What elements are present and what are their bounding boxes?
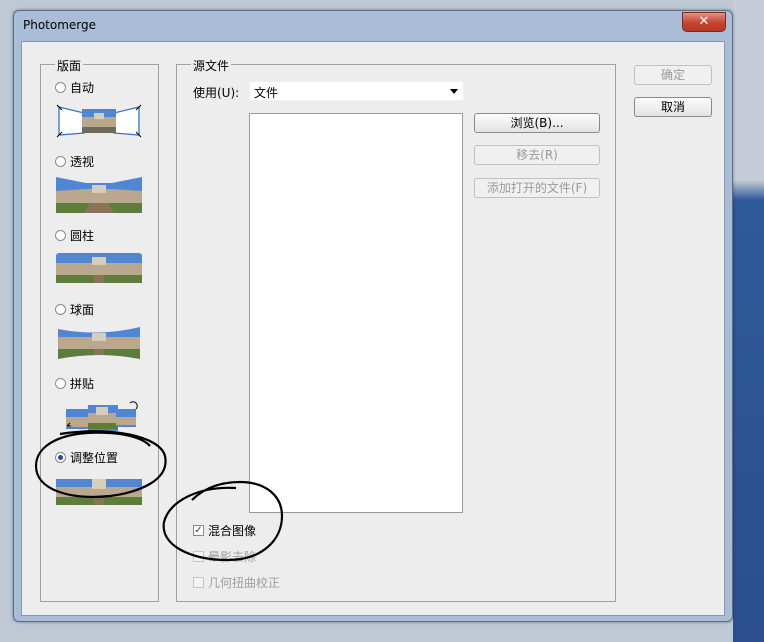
layout-option-collage[interactable]: 拼贴 [55,375,94,392]
vignette-removal-option[interactable]: 晕影去除 [193,548,256,565]
thumb-collage[interactable] [56,399,142,435]
blend-images-checkbox[interactable]: ✓ [193,525,204,536]
layout-option-auto[interactable]: 自动 [55,79,94,96]
label-reposition: 调整位置 [70,451,119,465]
radio-collage[interactable] [55,378,66,389]
chevron-down-icon [450,89,458,94]
thumb-auto[interactable] [56,103,142,139]
remove-button[interactable]: 移去(R) [474,145,600,165]
use-label: 使用(U): [193,86,240,100]
blend-images-label: 混合图像 [208,524,257,538]
thumb-reposition[interactable] [56,473,142,509]
radio-reposition[interactable] [55,452,66,463]
distortion-correction-option[interactable]: 几何扭曲校正 [193,574,280,591]
label-cylindrical: 圆柱 [70,229,95,243]
thumb-spherical[interactable] [56,325,142,361]
title-bar[interactable]: Photomerge ✕ [14,11,732,41]
thumb-perspective[interactable] [56,177,142,213]
blend-images-option[interactable]: ✓ 混合图像 [193,522,256,539]
distortion-correction-checkbox[interactable] [193,577,204,588]
label-auto: 自动 [70,81,95,95]
layout-group-legend: 版面 [55,57,84,74]
window-title: Photomerge [23,18,97,32]
radio-spherical[interactable] [55,304,66,315]
source-files-legend: 源文件 [191,57,232,74]
radio-cylindrical[interactable] [55,230,66,241]
radio-auto[interactable] [55,82,66,93]
label-spherical: 球面 [70,303,95,317]
add-open-files-button[interactable]: 添加打开的文件(F) [474,178,600,198]
layout-option-perspective[interactable]: 透视 [55,153,94,170]
browse-button[interactable]: 浏览(B)... [474,113,600,133]
cancel-button[interactable]: 取消 [634,97,712,117]
vignette-removal-checkbox[interactable] [193,551,204,562]
label-perspective: 透视 [70,155,95,169]
use-dropdown[interactable]: 文件 [249,81,464,101]
source-files-group: 源文件 使用(U): 文件 浏览(B)... 移去(R) 添加打开的文件(F) … [176,57,616,602]
source-file-list[interactable] [249,113,463,513]
layout-option-spherical[interactable]: 球面 [55,301,94,318]
vignette-removal-label: 晕影去除 [208,550,257,564]
use-dropdown-value: 文件 [254,86,279,100]
desktop-background [733,0,764,642]
layout-option-reposition[interactable]: 调整位置 [55,449,118,466]
layout-option-cylindrical[interactable]: 圆柱 [55,227,94,244]
thumb-cylindrical[interactable] [56,251,142,287]
radio-perspective[interactable] [55,156,66,167]
distortion-correction-label: 几何扭曲校正 [208,576,281,590]
layout-group: 版面 自动 透视 圆柱 球面 拼贴 调整位置 [40,57,159,602]
close-button[interactable]: ✕ [682,12,726,32]
photomerge-dialog: Photomerge ✕ 版面 自动 透视 圆柱 球面 拼贴 调整位置 源文件 … [13,10,733,622]
label-collage: 拼贴 [70,377,95,391]
ok-button[interactable]: 确定 [634,65,712,85]
dialog-client-area: 版面 自动 透视 圆柱 球面 拼贴 调整位置 源文件 使用(U): 文件 浏览(… [21,41,725,616]
